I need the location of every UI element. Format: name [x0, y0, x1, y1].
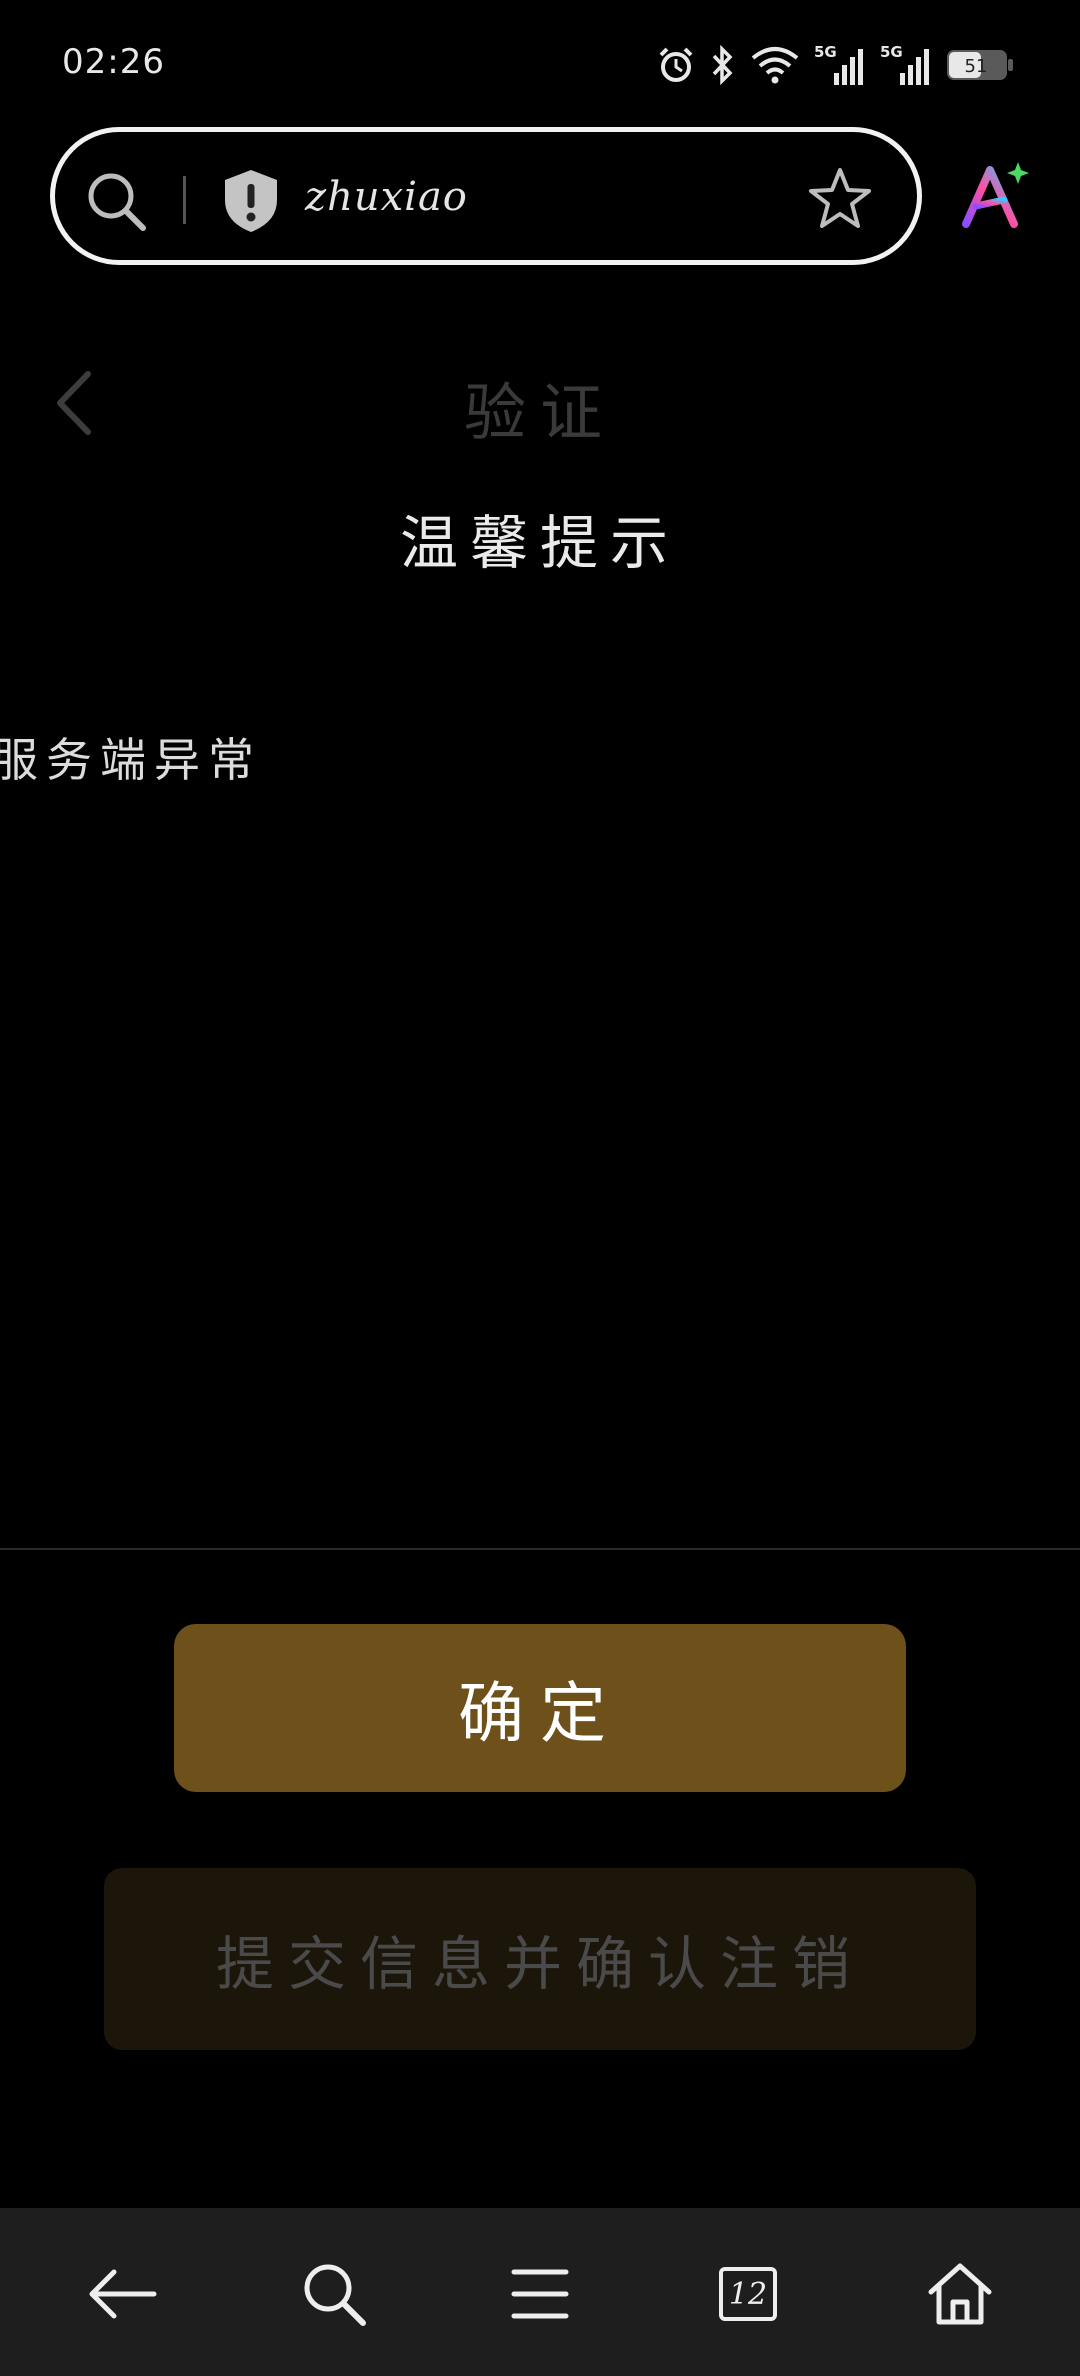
signal-5g-icon: 5G	[814, 43, 863, 85]
tab-count: 12	[728, 2276, 768, 2312]
bluetooth-icon	[712, 45, 733, 85]
confirm-button[interactable]: 确定	[174, 1624, 906, 1792]
security-warning-icon[interactable]	[221, 168, 281, 234]
arrow-left-icon	[89, 2269, 157, 2319]
dialog-title: 温馨提示	[399, 509, 680, 577]
ai-assistant-icon[interactable]	[960, 160, 1030, 230]
bottom-navigation: 12	[0, 2208, 1080, 2376]
wifi-icon	[751, 47, 799, 84]
signal-5g-icon: 5G	[880, 43, 929, 85]
network-2-label: 5G	[880, 43, 903, 61]
url-text[interactable]: zhuxiao	[305, 174, 468, 220]
search-icon	[304, 2264, 366, 2326]
submit-deregister-button[interactable]: 提交信息并确认注销	[104, 1868, 976, 2050]
address-bar[interactable]: zhuxiao	[50, 127, 922, 265]
nav-home[interactable]	[920, 2254, 1000, 2334]
status-time: 02:26	[62, 42, 165, 82]
menu-icon	[511, 2269, 569, 2319]
nav-search[interactable]	[294, 2254, 374, 2334]
dialog-divider	[0, 1548, 1080, 1550]
battery-icon: 51	[947, 50, 1013, 80]
network-1-label: 5G	[814, 43, 837, 61]
battery-level: 51	[965, 56, 988, 77]
status-bar: 02:26 5G 5G 51	[0, 0, 1080, 120]
nav-back[interactable]	[82, 2254, 162, 2334]
nav-tabs[interactable]: 12	[708, 2254, 788, 2334]
page-title: 验证	[463, 376, 616, 449]
alarm-icon	[659, 47, 693, 82]
nav-menu[interactable]	[500, 2254, 580, 2334]
search-icon[interactable]	[85, 170, 149, 234]
dialog-message: 服务端异常	[0, 733, 262, 787]
address-bar-divider	[183, 176, 186, 224]
home-icon	[928, 2263, 992, 2325]
status-icons: 5G 5G 51	[656, 40, 1014, 90]
bookmark-star-icon[interactable]	[807, 166, 873, 232]
